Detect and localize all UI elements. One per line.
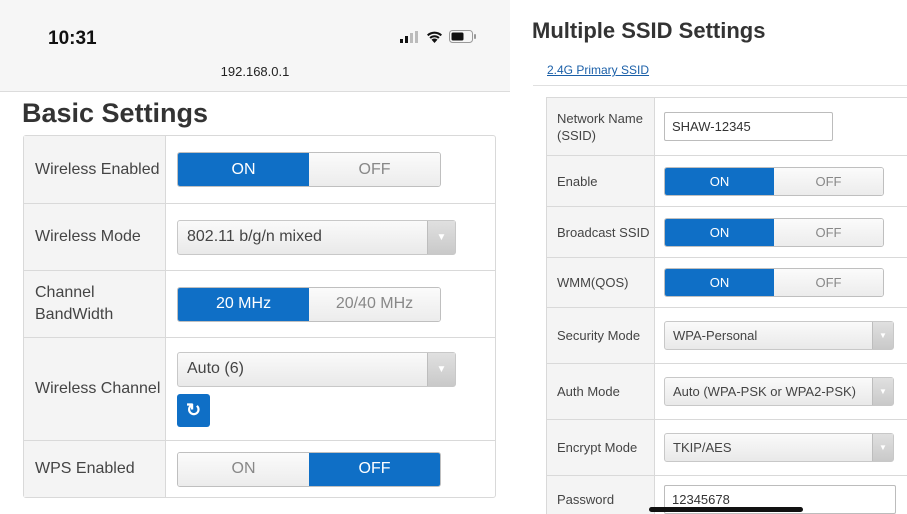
status-bar: 10:31 192.168.0.1: [0, 0, 510, 92]
chevron-down-icon: ▼: [427, 220, 455, 254]
broadcast-ssid-label: Broadcast SSID: [547, 207, 655, 257]
table-row: Broadcast SSID ON OFF: [547, 206, 907, 257]
encrypt-mode-value: TKIP/AES: [673, 440, 732, 455]
security-mode-value: WPA-Personal: [673, 328, 758, 343]
table-row: Security Mode WPA-Personal ▼: [547, 307, 907, 363]
password-label: Password: [547, 476, 655, 514]
wmm-label: WMM(QOS): [547, 258, 655, 307]
bandwidth-20-40mhz-button[interactable]: 20/40 MHz: [309, 287, 440, 321]
wmm-on-button[interactable]: ON: [665, 269, 774, 296]
chevron-down-icon: ▼: [872, 378, 893, 405]
wmm-off-button[interactable]: OFF: [774, 269, 883, 296]
broadcast-on-button[interactable]: ON: [665, 218, 774, 246]
chevron-down-icon: ▼: [427, 352, 455, 386]
encrypt-mode-select[interactable]: TKIP/AES ▼: [664, 433, 894, 462]
enable-off-button[interactable]: OFF: [774, 167, 883, 195]
table-row: WPS Enabled ON OFF: [24, 440, 495, 497]
channel-bandwidth-label: Channel BandWidth: [24, 271, 166, 337]
channel-bandwidth-toggle[interactable]: 20 MHz 20/40 MHz: [177, 286, 441, 322]
status-time: 10:31: [48, 28, 97, 49]
primary-ssid-link[interactable]: 2.4G Primary SSID: [547, 63, 649, 77]
wireless-channel-label: Wireless Channel: [24, 338, 166, 440]
signal-bars-icon: [400, 30, 418, 43]
wireless-channel-select[interactable]: Auto (6) ▼: [177, 351, 456, 387]
wifi-icon: [427, 31, 442, 43]
broadcast-ssid-toggle[interactable]: ON OFF: [664, 217, 884, 247]
table-row: Wireless Mode 802.11 b/g/n mixed ▼: [24, 203, 495, 270]
wireless-mode-value: 802.11 b/g/n mixed: [187, 228, 322, 245]
enable-on-button[interactable]: ON: [665, 167, 774, 195]
battery-icon: [449, 30, 476, 43]
wmm-toggle[interactable]: ON OFF: [664, 268, 884, 297]
screenshot: 10:31 192.168.0.1 Basic Settings Wireles…: [0, 0, 907, 514]
wireless-mode-label: Wireless Mode: [24, 204, 166, 270]
basic-settings-panel: 10:31 192.168.0.1 Basic Settings Wireles…: [0, 0, 510, 514]
basic-settings-table: Wireless Enabled ON OFF Wireless Mode 80…: [23, 135, 496, 498]
table-row: Enable ON OFF: [547, 155, 907, 206]
auth-mode-select[interactable]: Auto (WPA-PSK or WPA2-PSK) ▼: [664, 377, 894, 406]
refresh-icon: ↻: [185, 399, 202, 420]
security-mode-select[interactable]: WPA-Personal ▼: [664, 321, 894, 350]
network-name-label: Network Name (SSID): [547, 98, 655, 155]
chevron-down-icon: ▼: [872, 434, 893, 461]
network-name-input[interactable]: SHAW-12345: [664, 112, 833, 141]
wireless-mode-select[interactable]: 802.11 b/g/n mixed ▼: [177, 219, 456, 255]
table-row: Channel BandWidth 20 MHz 20/40 MHz: [24, 270, 495, 337]
table-row: Auth Mode Auto (WPA-PSK or WPA2-PSK) ▼: [547, 363, 907, 419]
wps-enabled-toggle[interactable]: ON OFF: [177, 451, 441, 487]
wireless-enabled-on-button[interactable]: ON: [178, 153, 309, 186]
home-indicator[interactable]: [649, 507, 803, 512]
page-title: Basic Settings: [22, 98, 209, 128]
enable-label: Enable: [547, 156, 655, 206]
refresh-button[interactable]: ↻: [177, 393, 210, 427]
wireless-enabled-off-button[interactable]: OFF: [309, 153, 440, 186]
enable-toggle[interactable]: ON OFF: [664, 166, 884, 196]
security-mode-label: Security Mode: [547, 308, 655, 363]
table-row: Network Name (SSID) SHAW-12345: [547, 98, 907, 155]
address-bar-url[interactable]: 192.168.0.1: [0, 64, 510, 79]
wireless-channel-value: Auto (6): [187, 360, 244, 377]
wps-enabled-label: WPS Enabled: [24, 441, 166, 497]
broadcast-off-button[interactable]: OFF: [774, 218, 883, 246]
encrypt-mode-label: Encrypt Mode: [547, 420, 655, 475]
section-title: Multiple SSID Settings: [532, 18, 766, 43]
wps-on-button[interactable]: ON: [178, 452, 309, 486]
wireless-enabled-toggle[interactable]: ON OFF: [177, 152, 441, 187]
wps-off-button[interactable]: OFF: [309, 452, 440, 486]
chevron-down-icon: ▼: [872, 322, 893, 349]
table-row: WMM(QOS) ON OFF: [547, 257, 907, 307]
table-row: Encrypt Mode TKIP/AES ▼: [547, 419, 907, 475]
multiple-ssid-panel: Multiple SSID Settings 2.4G Primary SSID…: [523, 0, 907, 514]
divider: [533, 85, 907, 86]
wireless-enabled-label: Wireless Enabled: [24, 136, 166, 203]
bandwidth-20mhz-button[interactable]: 20 MHz: [178, 287, 309, 321]
table-row: Wireless Channel Auto (6) ▼ ↻: [24, 337, 495, 440]
system-icons: [400, 30, 477, 43]
auth-mode-value: Auto (WPA-PSK or WPA2-PSK): [673, 384, 857, 399]
ssid-settings-table: Network Name (SSID) SHAW-12345 Enable ON…: [546, 97, 907, 514]
auth-mode-label: Auth Mode: [547, 364, 655, 419]
table-row: Wireless Enabled ON OFF: [24, 136, 495, 203]
